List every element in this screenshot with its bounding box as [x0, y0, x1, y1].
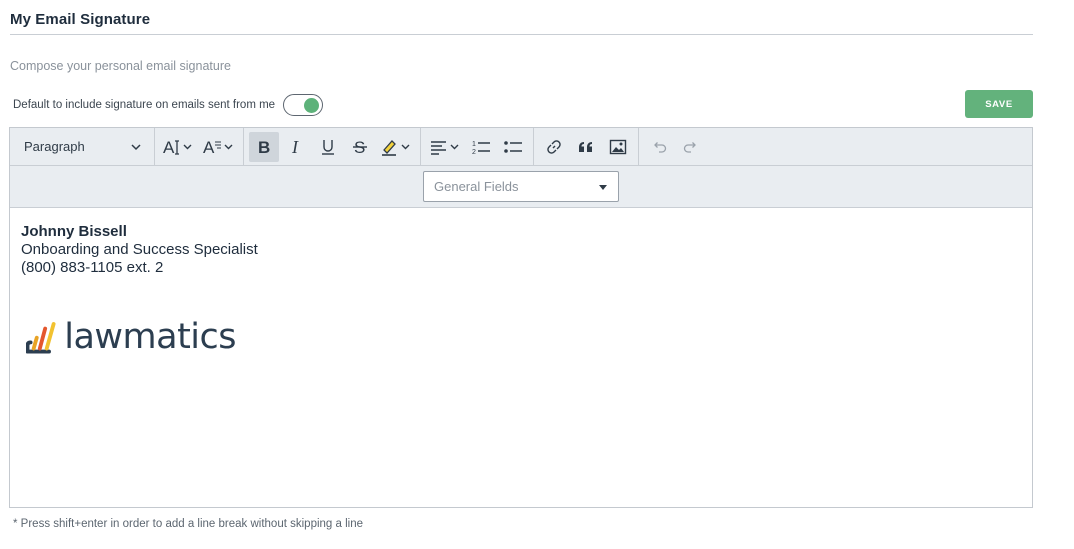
link-icon [547, 139, 561, 154]
toolbar-group-heading: Paragraph [10, 128, 155, 165]
default-signature-row: Default to include signature on emails s… [13, 94, 324, 116]
signature-role: Onboarding and Success Specialist [21, 241, 258, 258]
svg-text:2: 2 [472, 149, 476, 156]
font-size-button[interactable]: A [160, 132, 198, 162]
toolbar-group-history [639, 128, 711, 165]
numbered-list-icon: 1 2 [472, 141, 490, 156]
link-button[interactable] [539, 132, 569, 162]
italic-button[interactable]: I [281, 132, 311, 162]
general-fields-select[interactable]: General Fields [423, 171, 619, 202]
svg-text:I: I [291, 138, 299, 156]
redo-icon [683, 141, 696, 153]
default-signature-label: Default to include signature on emails s… [13, 99, 276, 111]
toolbar-group-insert [534, 128, 639, 165]
svg-text:A: A [163, 138, 175, 157]
align-left-icon [431, 140, 459, 155]
image-icon [609, 139, 627, 154]
default-signature-toggle[interactable] [283, 94, 324, 116]
svg-text:1: 1 [472, 141, 476, 148]
highlight-button[interactable] [377, 132, 415, 162]
signature-content-area[interactable]: Johnny Bissell Onboarding and Success Sp… [10, 208, 1032, 506]
toolbar-group-font: A A [155, 128, 244, 165]
strikethrough-icon: S [353, 138, 367, 156]
toolbar-group-format: B I S [244, 128, 421, 165]
align-button[interactable] [426, 132, 464, 162]
toolbar-group-align: 1 2 [421, 128, 534, 165]
bulleted-list-button[interactable] [498, 132, 528, 162]
lawmatics-logo-text: lawmatics [64, 316, 236, 357]
title-divider [10, 34, 1033, 35]
underline-button[interactable] [313, 132, 343, 162]
quote-icon [579, 141, 592, 152]
lawmatics-logo-icon [26, 322, 56, 354]
svg-text:B: B [258, 138, 270, 156]
signature-editor: Paragraph A A B I S 1 2 General Fields J… [9, 127, 1033, 508]
strikethrough-button[interactable]: S [345, 132, 375, 162]
highlight-icon [382, 139, 410, 156]
image-button[interactable] [603, 132, 633, 162]
paragraph-style-select[interactable]: Paragraph [14, 132, 150, 162]
paragraph-style-value: Paragraph [24, 139, 85, 154]
italic-icon: I [291, 138, 299, 156]
undo-icon [654, 141, 667, 153]
page-subtitle: Compose your personal email signature [10, 59, 231, 73]
undo-button[interactable] [644, 132, 674, 162]
svg-text:A: A [203, 138, 215, 157]
bold-button[interactable]: B [249, 131, 279, 162]
save-button[interactable]: SAVE [965, 90, 1033, 118]
signature-phone: (800) 883-1105 ext. 2 [21, 259, 164, 276]
numbered-list-button[interactable]: 1 2 [466, 132, 496, 162]
underline-icon [322, 139, 334, 155]
general-fields-placeholder: General Fields [434, 179, 519, 194]
lawmatics-logo: lawmatics [26, 312, 236, 362]
caret-down-icon [599, 184, 607, 190]
bold-icon: B [258, 138, 270, 156]
font-size-icon: A [163, 138, 192, 157]
chevron-down-icon [131, 143, 141, 150]
font-family-button[interactable]: A [200, 132, 238, 162]
redo-button[interactable] [676, 132, 706, 162]
page-title: My Email Signature [10, 11, 151, 28]
bulleted-list-icon [504, 140, 522, 153]
toggle-knob [304, 97, 320, 113]
line-break-hint: * Press shift+enter in order to add a li… [13, 518, 363, 530]
font-family-icon: A [203, 138, 233, 157]
editor-toolbar: Paragraph A A B I S 1 2 [10, 128, 1032, 166]
blockquote-button[interactable] [571, 132, 601, 162]
merge-fields-bar: General Fields [10, 166, 1032, 208]
signature-name: Johnny Bissell [21, 223, 127, 240]
